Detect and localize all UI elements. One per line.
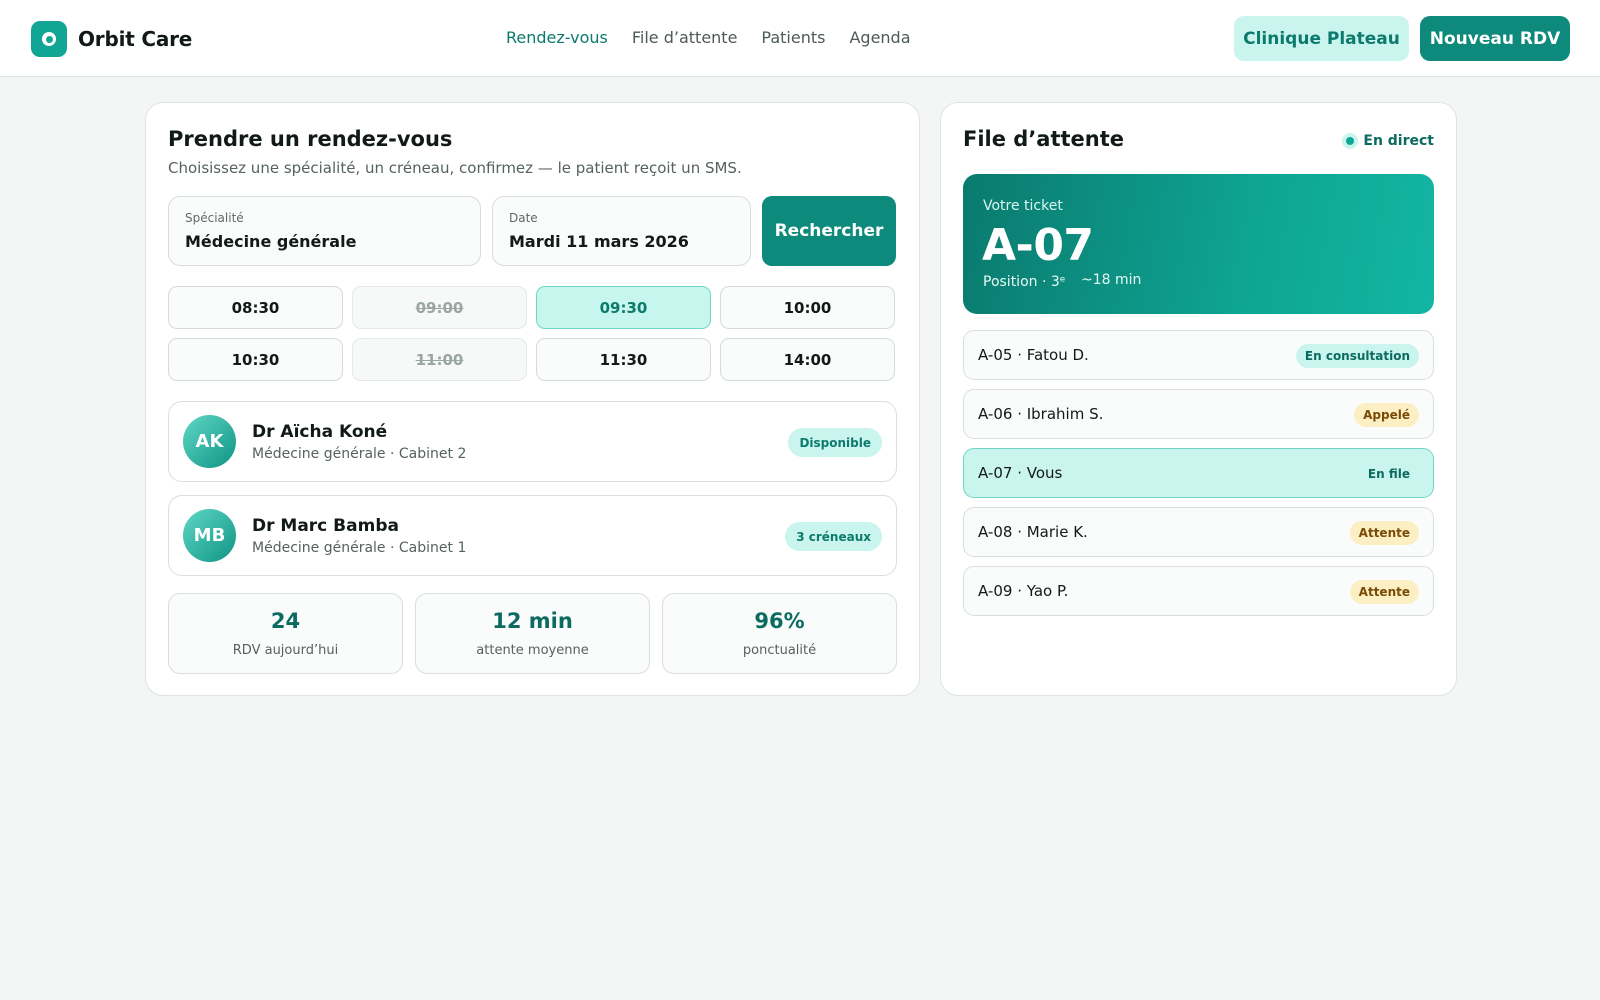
status-badge: Attente (1349, 521, 1419, 545)
doctor-card-marc-bamba[interactable]: MB Dr Marc Bamba Médecine générale · Cab… (168, 495, 897, 576)
time-slot[interactable]: 08:30 (168, 286, 343, 329)
ticket-eta: ~18 min (1081, 272, 1142, 288)
time-slot[interactable]: 11:30 (536, 338, 711, 381)
queue-row-label: A-05 · Fatou D. (978, 346, 1089, 364)
new-appointment-button[interactable]: Nouveau RDV (1420, 16, 1570, 61)
time-slot[interactable]: 10:30 (168, 338, 343, 381)
stat-value: 96% (754, 609, 805, 633)
nav-item-patients[interactable]: Patients (761, 28, 825, 47)
status-badge: Appelé (1354, 403, 1419, 427)
time-slot-selected[interactable]: 09:30 (536, 286, 711, 329)
search-button[interactable]: Rechercher (762, 196, 896, 266)
queue-row-current-user[interactable]: A-07 · Vous En file (963, 448, 1434, 498)
queue-row-label: A-07 · Vous (978, 464, 1063, 482)
specialty-field[interactable]: Spécialité Médecine générale (168, 196, 481, 266)
queue-row[interactable]: A-05 · Fatou D. En consultation (963, 330, 1434, 380)
clinic-selector-button[interactable]: Clinique Plateau (1234, 16, 1409, 61)
queue-row-label: A-06 · Ibrahim S. (978, 405, 1104, 423)
avatar: AK (183, 415, 236, 468)
specialty-label: Spécialité (185, 211, 244, 225)
live-indicator: En direct (1342, 133, 1434, 149)
time-slot-taken: 11:00 (352, 338, 527, 381)
time-slot[interactable]: 14:00 (720, 338, 895, 381)
ticket-position: Position · 3ᵉ (983, 274, 1066, 290)
doctor-meta: Médecine générale · Cabinet 1 (252, 540, 467, 556)
date-value: Mardi 11 mars 2026 (509, 232, 689, 251)
live-label: En direct (1363, 133, 1434, 149)
ticket-number: A-07 (982, 220, 1094, 271)
doctor-name: Dr Marc Bamba (252, 516, 399, 536)
nav-item-file-attente[interactable]: File d’attente (632, 28, 738, 47)
brand[interactable]: Orbit Care (31, 21, 192, 57)
stat-caption: RDV aujourd’hui (232, 643, 339, 658)
booking-subtitle: Choisissez une spécialité, un créneau, c… (168, 159, 742, 177)
queue-row[interactable]: A-09 · Yao P. Attente (963, 566, 1434, 616)
ticket-label: Votre ticket (983, 198, 1063, 214)
queue-row-label: A-08 · Marie K. (978, 523, 1088, 541)
avatar: MB (183, 509, 236, 562)
availability-badge: Disponible (788, 428, 882, 457)
stat-value: 24 (270, 609, 301, 633)
stat-value: 12 min (492, 609, 573, 633)
stat-caption: ponctualité (742, 643, 817, 658)
stat-caption: attente moyenne (476, 643, 589, 658)
my-ticket-card: Votre ticket A-07 Position · 3ᵉ ~18 min (963, 174, 1434, 314)
nav-item-agenda[interactable]: Agenda (849, 28, 910, 47)
date-label: Date (509, 211, 538, 225)
booking-title: Prendre un rendez-vous (168, 127, 453, 151)
booking-card: Prendre un rendez-vous Choisissez une sp… (145, 102, 920, 696)
availability-badge: 3 créneaux (785, 522, 882, 551)
stat-average-wait: 12 min attente moyenne (415, 593, 650, 674)
queue-title: File d’attente (963, 127, 1125, 151)
doctor-meta: Médecine générale · Cabinet 2 (252, 446, 467, 462)
time-slots-grid: 08:30 09:00 09:30 10:00 10:30 11:00 11:3… (168, 286, 897, 381)
queue-card: File d’attente En direct Votre ticket A-… (940, 102, 1457, 696)
status-badge: Attente (1349, 580, 1419, 604)
orbit-logo-icon (31, 21, 67, 57)
stat-punctuality: 96% ponctualité (662, 593, 897, 674)
brand-name: Orbit Care (78, 27, 193, 51)
queue-row[interactable]: A-06 · Ibrahim S. Appelé (963, 389, 1434, 439)
doctor-card-aicha-kone[interactable]: AK Dr Aïcha Koné Médecine générale · Cab… (168, 401, 897, 482)
queue-row[interactable]: A-08 · Marie K. Attente (963, 507, 1434, 557)
time-slot-taken: 09:00 (352, 286, 527, 329)
specialty-value: Médecine générale (185, 232, 357, 251)
nav-item-rendez-vous[interactable]: Rendez-vous (506, 28, 608, 47)
queue-row-label: A-09 · Yao P. (978, 582, 1069, 600)
time-slot[interactable]: 10:00 (720, 286, 895, 329)
live-dot-icon (1342, 133, 1359, 149)
status-badge: En file (1367, 467, 1410, 481)
top-bar: Orbit Care Rendez-vous File d’attente Pa… (0, 0, 1600, 77)
doctor-name: Dr Aïcha Koné (252, 422, 388, 442)
date-field[interactable]: Date Mardi 11 mars 2026 (492, 196, 751, 266)
main-nav: Rendez-vous File d’attente Patients Agen… (506, 28, 911, 47)
status-badge: En consultation (1295, 344, 1419, 368)
stat-appointments-today: 24 RDV aujourd’hui (168, 593, 403, 674)
